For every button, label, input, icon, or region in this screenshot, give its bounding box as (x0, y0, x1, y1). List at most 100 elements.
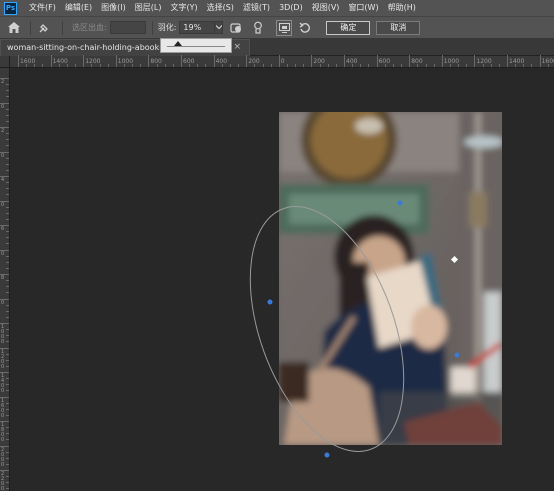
ruler-minor-tick (6, 359, 9, 361)
select-mask-tool-icon[interactable] (36, 20, 52, 36)
ruler-minor-tick (6, 108, 9, 110)
ruler-minor-tick (401, 64, 403, 67)
menu-item[interactable]: 帮助(H) (384, 0, 420, 16)
ruler-minor-tick (181, 64, 182, 67)
ruler-minor-tick (66, 64, 68, 67)
ruler-minor-tick (58, 64, 60, 67)
ruler-minor-tick (6, 341, 9, 343)
feather-slider-popup (160, 38, 232, 53)
feather-slider-handle[interactable] (174, 41, 182, 46)
ruler-minor-tick (531, 64, 533, 67)
ruler-minor-tick (6, 267, 9, 269)
ruler-minor-tick (6, 188, 9, 190)
ruler-minor-tick (6, 316, 9, 318)
ruler-minor-tick (295, 64, 297, 67)
canvas-area[interactable] (11, 69, 554, 491)
cancel-button[interactable]: 取消 (376, 20, 421, 35)
ruler-origin[interactable] (0, 56, 10, 68)
ok-button[interactable]: 确定 (326, 20, 371, 35)
ruler-minor-tick (148, 64, 150, 67)
ruler-minor-tick (172, 64, 174, 67)
selection-handle-left[interactable] (267, 299, 273, 305)
ruler-minor-tick (6, 445, 9, 447)
ruler-minor-tick (515, 64, 517, 67)
menu-item[interactable]: 窗口(W) (344, 0, 382, 16)
ruler-label: 1400 (52, 58, 68, 65)
ruler-minor-tick (311, 64, 313, 67)
selection-handle-right[interactable] (454, 352, 460, 358)
ruler-minor-tick (458, 64, 460, 67)
close-icon[interactable]: × (233, 42, 241, 52)
ruler-minor-tick (433, 64, 435, 67)
ruler-minor-tick (26, 64, 28, 67)
reset-icon[interactable] (297, 20, 313, 36)
selection-ellipse[interactable] (220, 186, 433, 472)
ruler-minor-tick (83, 64, 85, 67)
menu-item[interactable]: 3D(D) (275, 0, 307, 16)
ruler-minor-tick (6, 457, 9, 459)
feather-dropdown-chevron-icon[interactable] (215, 21, 224, 34)
ruler-minor-tick (6, 114, 9, 116)
selection-handle-bottom[interactable] (324, 452, 330, 458)
ruler-minor-tick (254, 64, 256, 67)
ruler-minor-tick (91, 64, 93, 67)
ruler-minor-tick (6, 212, 9, 214)
ruler-minor-tick (6, 451, 9, 453)
ruler-minor-tick (6, 390, 9, 392)
document-title: woman-sitting-on-chair-holding-abook-889… (7, 43, 161, 52)
ruler-minor-tick (6, 421, 9, 422)
separator (151, 20, 153, 35)
add-to-selection-icon[interactable] (229, 20, 245, 36)
ruler-minor-tick (6, 169, 9, 171)
vertical-ruler[interactable]: 2 0 2 0 4 0 6 0 8 0 1000 1200 1400 1600 1800 2000 2200 (0, 68, 10, 491)
ruler-minor-tick (6, 231, 9, 233)
ruler-minor-tick (6, 96, 9, 98)
ruler-minor-tick (539, 64, 541, 67)
menu-item[interactable]: 图层(L) (131, 0, 166, 16)
ruler-minor-tick (189, 64, 191, 67)
ruler-minor-tick (6, 439, 9, 441)
ruler-minor-tick (523, 64, 525, 67)
ruler-minor-tick (6, 488, 9, 490)
feather-slider-track[interactable] (167, 46, 225, 47)
ruler-minor-tick (42, 64, 44, 67)
ruler-label: 1000 (443, 58, 460, 65)
horizontal-ruler[interactable]: 1600 1400 1200 1000 800 600 400 200 0 200 400 600 80… (10, 55, 554, 68)
ruler-minor-tick (6, 249, 9, 251)
ruler-minor-tick (6, 261, 9, 263)
view-mode-icon[interactable] (276, 19, 293, 36)
menu-item[interactable]: 文字(Y) (166, 0, 201, 16)
ruler-minor-tick (6, 243, 9, 245)
menu-item[interactable]: 图像(I) (97, 0, 130, 16)
ruler-minor-tick (34, 64, 36, 67)
selection-rotate-handle[interactable] (450, 255, 459, 264)
menu-bar: Ps 文件(F) 编辑(E) 图像(I) 图层(L) 文字(Y) 选择(S) 滤镜(T) 3D… (0, 0, 554, 16)
menu-item[interactable]: 视图(V) (308, 0, 344, 16)
ruler-label: 1200 (476, 58, 492, 65)
menu-item[interactable]: 编辑(E) (61, 0, 96, 16)
ruler-minor-tick (6, 206, 9, 208)
ruler-minor-tick (6, 163, 9, 165)
ruler-minor-tick (278, 64, 280, 67)
menu-item[interactable]: 文件(F) (25, 0, 60, 16)
refine-edge-icon[interactable] (250, 20, 266, 36)
home-icon[interactable] (6, 20, 22, 36)
menu-item[interactable]: 选择(S) (203, 0, 238, 16)
separator (62, 20, 63, 35)
ruler-minor-tick (197, 64, 199, 67)
ruler-minor-tick (6, 476, 9, 478)
ruler-minor-tick (6, 157, 9, 159)
elliptical-selection-overlay[interactable] (11, 69, 554, 491)
ruler-minor-tick (303, 64, 305, 67)
ruler-minor-tick (205, 64, 207, 67)
selection-output-field[interactable] (109, 21, 146, 34)
ruler-minor-tick (482, 64, 484, 67)
menu-item[interactable]: 滤镜(T) (239, 0, 274, 16)
feather-input[interactable]: 19% (179, 21, 216, 34)
selection-handle-top[interactable] (397, 200, 403, 206)
ruler-minor-tick (246, 64, 248, 67)
ruler-minor-tick (368, 64, 370, 67)
ruler-minor-tick (6, 482, 9, 484)
ruler-minor-tick (441, 64, 443, 67)
ruler-minor-tick (286, 64, 288, 67)
